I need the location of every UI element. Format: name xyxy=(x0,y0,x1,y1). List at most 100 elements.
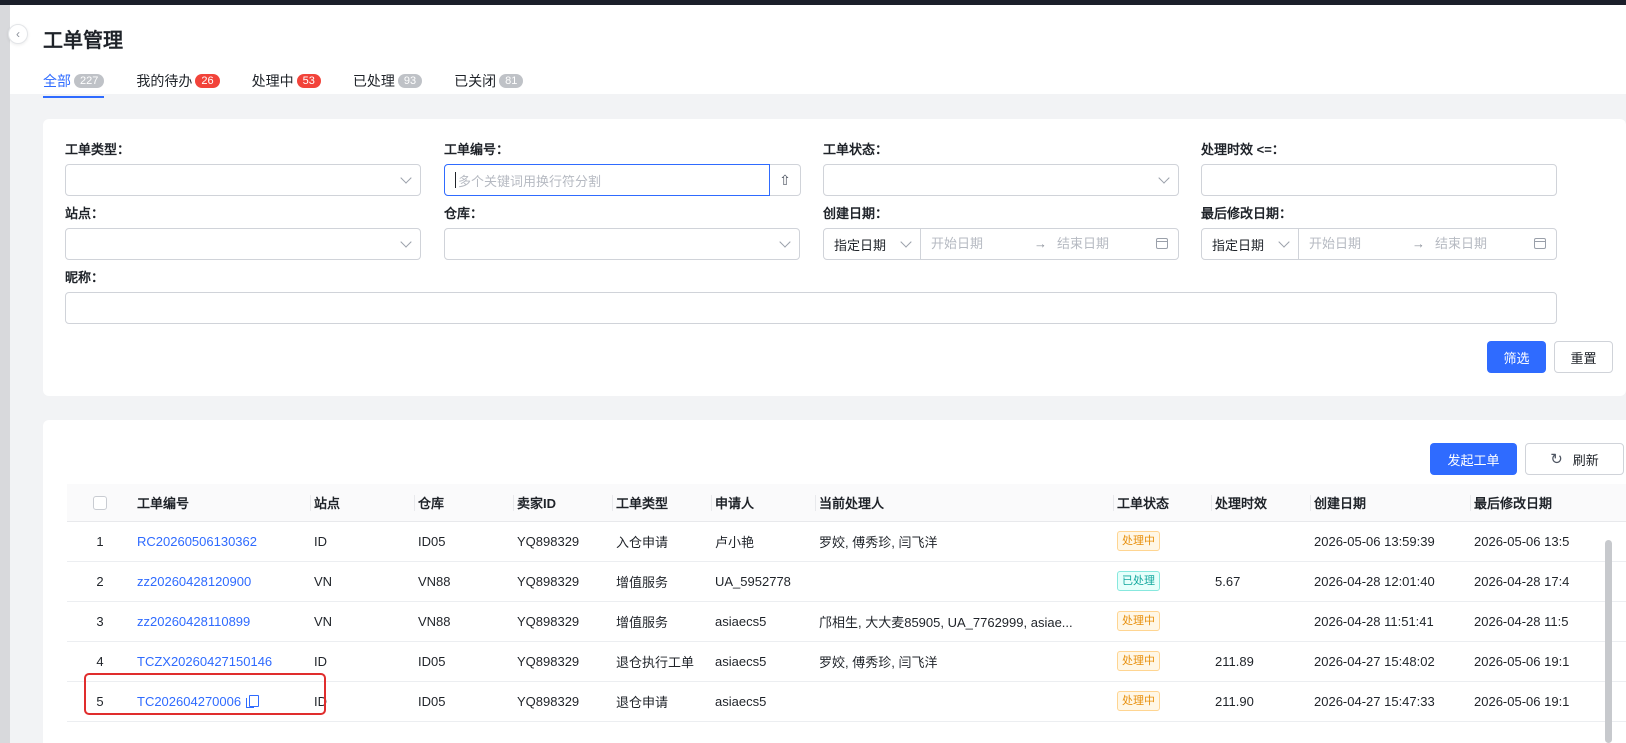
table-row[interactable]: 3 zz20260428110899 VN VN88 YQ898329 增值服务 asiae… xyxy=(67,601,1626,642)
table-row[interactable]: 4 TCZX20260427150146 ID ID05 YQ898329 退仓执行工单 a… xyxy=(67,641,1626,682)
select-all-cell xyxy=(67,484,133,522)
site-label: 站点： xyxy=(65,206,105,221)
table-row[interactable]: 5 TC202604270006 ID ID05 YQ898329 退仓申请 asiaecs… xyxy=(67,681,1626,722)
tab-all[interactable]: 全部 227 xyxy=(43,67,105,98)
col-header: 当前处理人 xyxy=(815,484,1113,522)
ticket-table-panel: 发起工单 ↻ 刷新 工单编号 站点 仓库 卖家ID 工单类型 申请人 当前处理人… xyxy=(43,420,1626,743)
status-cell: 处理中 xyxy=(1113,681,1211,722)
created-date-cell: 2026-04-27 15:47:33 xyxy=(1310,681,1470,722)
collapse-sidebar-icon[interactable]: ‹ xyxy=(8,24,28,44)
tab-count-badge: 26 xyxy=(195,74,220,88)
modified-date-label: 最后修改日期： xyxy=(1201,206,1293,221)
modified-date-cell: 2026-05-06 19:1 xyxy=(1470,681,1626,722)
filter-panel: 工单类型： 工单编号： 多个关键词用换行符分割 ⇧ 工单状态： 处理时效 <=：… xyxy=(43,119,1626,396)
copy-icon[interactable] xyxy=(246,694,260,708)
created-date-mode-select[interactable]: 指定日期 xyxy=(824,229,921,259)
table-scrollbar[interactable] xyxy=(1605,540,1612,743)
created-date-cell: 2026-04-28 12:01:40 xyxy=(1310,561,1470,602)
wh-cell: VN88 xyxy=(414,601,513,642)
type-cell: 退仓执行工单 xyxy=(612,641,711,682)
chevron-down-icon xyxy=(400,236,412,248)
range-arrow-icon: → xyxy=(1034,236,1047,251)
created-date-field: 创建日期： 指定日期 开始日期 → 结束日期 xyxy=(823,206,1179,260)
page-title: 工单管理 xyxy=(43,30,123,52)
upload-icon[interactable]: ⇧ xyxy=(770,164,801,196)
created-start-date[interactable]: 开始日期 xyxy=(931,229,983,259)
created-date-cell: 2026-04-27 15:48:02 xyxy=(1310,641,1470,682)
nickname-input[interactable] xyxy=(65,292,1557,324)
text-caret xyxy=(455,172,456,188)
ticket-type-select[interactable] xyxy=(65,164,421,196)
modified-date-cell: 2026-04-28 11:5 xyxy=(1470,601,1626,642)
modified-date-range[interactable]: 指定日期 开始日期 → 结束日期 xyxy=(1201,228,1557,260)
status-badge: 处理中 xyxy=(1117,611,1160,631)
calendar-icon[interactable] xyxy=(1156,238,1168,249)
handler-cell: 罗姣, 傅秀珍, 闫飞洋 xyxy=(815,521,1113,562)
page-header: 工单管理 全部 227 我的待办 26 处理中 53 已处理 93 已关闭 81 xyxy=(10,5,1626,98)
tab-processed[interactable]: 已处理 93 xyxy=(353,67,423,95)
select-all-checkbox[interactable] xyxy=(93,496,107,511)
site-field: 站点： xyxy=(65,206,421,260)
applicant-cell: asiaecs5 xyxy=(711,681,815,722)
reset-button[interactable]: 重置 xyxy=(1554,341,1613,373)
ticket-no-link[interactable]: TCZX20260427150146 xyxy=(137,654,272,669)
sla-input[interactable] xyxy=(1201,164,1557,196)
applicant-cell: 卢小艳 xyxy=(711,521,815,562)
nickname-label: 昵称： xyxy=(65,270,105,285)
ticket-no-link[interactable]: RC20260506130362 xyxy=(137,534,257,549)
sla-cell xyxy=(1211,521,1310,562)
created-end-date[interactable]: 结束日期 xyxy=(1057,229,1109,259)
created-date-label: 创建日期： xyxy=(823,206,889,221)
site-cell: VN xyxy=(310,561,414,602)
row-index: 5 xyxy=(67,681,133,722)
ticket-status-select[interactable] xyxy=(823,164,1179,196)
ticket-no-input[interactable]: 多个关键词用换行符分割 xyxy=(444,164,770,196)
chevron-down-icon xyxy=(1158,172,1170,184)
tab-label: 全部 xyxy=(43,73,71,89)
chevron-down-icon xyxy=(900,236,912,248)
tab-label: 我的待办 xyxy=(136,73,193,89)
status-cell: 处理中 xyxy=(1113,641,1211,682)
sla-cell: 5.67 xyxy=(1211,561,1310,602)
handler-cell xyxy=(815,561,1113,602)
col-header: 最后修改日期 xyxy=(1470,484,1626,522)
col-header: 处理时效 xyxy=(1211,484,1310,522)
created-date-range[interactable]: 指定日期 开始日期 → 结束日期 xyxy=(823,228,1179,260)
row-index: 2 xyxy=(67,561,133,602)
seller-cell: YQ898329 xyxy=(513,561,612,602)
refresh-button[interactable]: ↻ 刷新 xyxy=(1525,443,1624,475)
col-header: 申请人 xyxy=(711,484,815,522)
site-select[interactable] xyxy=(65,228,421,260)
chevron-down-icon xyxy=(779,236,791,248)
seller-cell: YQ898329 xyxy=(513,521,612,562)
ticket-type-label: 工单类型： xyxy=(65,142,131,157)
type-cell: 增值服务 xyxy=(612,601,711,642)
ticket-no-link[interactable]: zz20260428110899 xyxy=(137,614,250,629)
col-header: 工单类型 xyxy=(612,484,711,522)
tab-count-badge: 227 xyxy=(74,74,105,88)
tab-my-todo[interactable]: 我的待办 26 xyxy=(136,67,220,95)
create-ticket-button[interactable]: 发起工单 xyxy=(1430,443,1517,475)
site-cell: ID xyxy=(310,641,414,682)
ticket-type-field: 工单类型： xyxy=(65,142,421,196)
ticket-no-link[interactable]: zz20260428120900 xyxy=(137,574,251,589)
col-header: 站点 xyxy=(310,484,414,522)
warehouse-field: 仓库： xyxy=(444,206,800,260)
table-row[interactable]: 1 RC20260506130362 ID ID05 YQ898329 入仓申请 卢小艳 罗姣… xyxy=(67,521,1626,562)
modified-date-cell: 2026-04-28 17:4 xyxy=(1470,561,1626,602)
tab-closed[interactable]: 已关闭 81 xyxy=(454,67,524,95)
ticket-no-cell: zz20260428120900 xyxy=(133,561,310,602)
warehouse-select[interactable] xyxy=(444,228,800,260)
table-row[interactable]: 2 zz20260428120900 VN VN88 YQ898329 增值服务 UA_59… xyxy=(67,561,1626,602)
calendar-icon[interactable] xyxy=(1534,238,1546,249)
filter-button[interactable]: 筛选 xyxy=(1487,341,1546,373)
tab-count-badge: 53 xyxy=(296,74,321,88)
tab-count-badge: 93 xyxy=(397,74,423,88)
tab-processing[interactable]: 处理中 53 xyxy=(252,67,321,95)
modified-start-date[interactable]: 开始日期 xyxy=(1309,229,1361,259)
handler-cell: 罗姣, 傅秀珍, 闫飞洋 xyxy=(815,641,1113,682)
modified-date-mode-select[interactable]: 指定日期 xyxy=(1202,229,1299,259)
modified-end-date[interactable]: 结束日期 xyxy=(1435,229,1487,259)
ticket-no-link[interactable]: TC202604270006 xyxy=(137,694,241,709)
status-cell: 处理中 xyxy=(1113,521,1211,562)
